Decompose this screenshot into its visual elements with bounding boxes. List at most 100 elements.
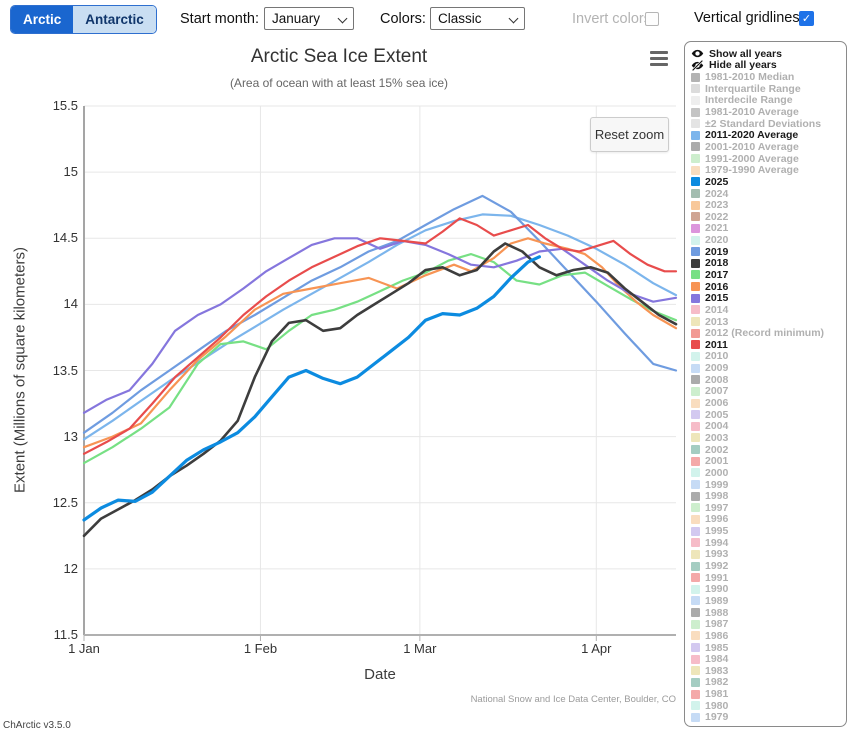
legend-hide-all-years[interactable]: Hide all years [691, 60, 846, 72]
legend-swatch [691, 422, 700, 431]
legend-item-2020[interactable]: 2020 [691, 234, 846, 246]
legend-item-2001[interactable]: 2001 [691, 455, 846, 467]
legend-swatch [691, 596, 700, 605]
legend-swatch [691, 631, 700, 640]
eye-off-icon [691, 59, 704, 72]
series-line-2011[interactable] [84, 218, 676, 453]
legend-swatch [691, 166, 700, 175]
legend-swatch [691, 294, 700, 303]
legend-swatch [691, 224, 700, 233]
legend-swatch [691, 562, 700, 571]
legend-item-1981[interactable]: 1981 [691, 688, 846, 700]
legend-swatch [691, 108, 700, 117]
legend-swatch [691, 620, 700, 629]
legend-item-2019[interactable]: 2019 [691, 246, 846, 258]
legend-item-1984[interactable]: 1984 [691, 653, 846, 665]
chevron-down-icon [509, 14, 519, 24]
legend-swatch [691, 573, 700, 582]
invert-colors-checkbox[interactable] [645, 12, 659, 26]
series-line-2016[interactable] [84, 238, 676, 447]
legend-swatch [691, 329, 700, 338]
legend-item-2005[interactable]: 2005 [691, 409, 846, 421]
legend-item-1980[interactable]: 1980 [691, 700, 846, 712]
legend-swatch [691, 247, 700, 256]
legend-item-2010[interactable]: 2010 [691, 351, 846, 363]
legend-item-2011-2020-average[interactable]: 2011-2020 Average [691, 129, 846, 141]
legend-item-2013[interactable]: 2013 [691, 316, 846, 328]
legend-item-1988[interactable]: 1988 [691, 607, 846, 619]
legend-item-2015[interactable]: 2015 [691, 292, 846, 304]
legend-item-2011[interactable]: 2011 [691, 339, 846, 351]
legend-item-1992[interactable]: 1992 [691, 560, 846, 572]
legend-show-all-years[interactable]: Show all years [691, 48, 846, 60]
series-line-2019[interactable] [84, 196, 676, 433]
legend-item-interdecile-range[interactable]: Interdecile Range [691, 95, 846, 107]
legend-swatch [691, 270, 700, 279]
legend-item-2000[interactable]: 2000 [691, 467, 846, 479]
legend-item-2012-record-minimum-[interactable]: 2012 (Record minimum) [691, 327, 846, 339]
legend-item-2002[interactable]: 2002 [691, 444, 846, 456]
legend-item-1998[interactable]: 1998 [691, 490, 846, 502]
legend-item-2014[interactable]: 2014 [691, 304, 846, 316]
reset-zoom-button[interactable]: Reset zoom [590, 117, 669, 152]
legend-item-2021[interactable]: 2021 [691, 223, 846, 235]
legend-item-2009[interactable]: 2009 [691, 362, 846, 374]
legend-item-1982[interactable]: 1982 [691, 677, 846, 689]
legend-item-1987[interactable]: 1987 [691, 618, 846, 630]
legend-item-2004[interactable]: 2004 [691, 421, 846, 433]
legend-item-2003[interactable]: 2003 [691, 432, 846, 444]
legend-item-interquartile-range[interactable]: Interquartile Range [691, 83, 846, 95]
legend-item-1981-2010-average[interactable]: 1981-2010 Average [691, 106, 846, 118]
series-line-2018[interactable] [84, 244, 676, 536]
legend-item-2023[interactable]: 2023 [691, 199, 846, 211]
tab-antarctic[interactable]: Antarctic [73, 6, 156, 33]
legend-item-1993[interactable]: 1993 [691, 549, 846, 561]
legend-item-1996[interactable]: 1996 [691, 514, 846, 526]
vertical-gridlines-checkbox[interactable]: ✓ [799, 11, 814, 26]
legend-item-1986[interactable]: 1986 [691, 630, 846, 642]
legend-item-2024[interactable]: 2024 [691, 188, 846, 200]
legend-swatch [691, 515, 700, 524]
legend-item-1991-2000-average[interactable]: 1991-2000 Average [691, 153, 846, 165]
legend-item-1994[interactable]: 1994 [691, 537, 846, 549]
chart-plot-area[interactable] [84, 106, 676, 635]
legend-item-1990[interactable]: 1990 [691, 583, 846, 595]
legend-item-2022[interactable]: 2022 [691, 211, 846, 223]
legend-item-1997[interactable]: 1997 [691, 502, 846, 514]
x-tick-label: 1 Mar [388, 641, 452, 656]
legend-swatch [691, 387, 700, 396]
y-axis-title: Extent (Millions of square kilometers) [12, 247, 29, 493]
legend-item--2-standard-deviations[interactable]: ±2 Standard Deviations [691, 118, 846, 130]
vertical-gridlines-label: Vertical gridlines [694, 10, 800, 26]
y-tick-label: 15.5 [30, 98, 78, 113]
legend-item-2001-2010-average[interactable]: 2001-2010 Average [691, 141, 846, 153]
tab-arctic[interactable]: Arctic [11, 6, 73, 33]
legend-item-2018[interactable]: 2018 [691, 258, 846, 270]
start-month-select[interactable]: January [264, 7, 354, 30]
legend-item-2017[interactable]: 2017 [691, 269, 846, 281]
legend-item-2006[interactable]: 2006 [691, 397, 846, 409]
legend-item-1981-2010-median[interactable]: 1981-2010 Median [691, 71, 846, 83]
legend-item-2008[interactable]: 2008 [691, 374, 846, 386]
hamburger-menu-icon[interactable] [650, 51, 668, 66]
legend-item-1989[interactable]: 1989 [691, 595, 846, 607]
colors-select[interactable]: Classic [430, 7, 525, 30]
legend-item-2025[interactable]: 2025 [691, 176, 846, 188]
legend-swatch [691, 410, 700, 419]
legend-item-2016[interactable]: 2016 [691, 281, 846, 293]
legend-swatch [691, 142, 700, 151]
legend-item-1979-1990-average[interactable]: 1979-1990 Average [691, 164, 846, 176]
legend-item-1983[interactable]: 1983 [691, 665, 846, 677]
series-line-2025[interactable] [84, 257, 539, 520]
chart-subtitle: (Area of ocean with at least 15% sea ice… [0, 76, 678, 90]
legend-swatch [691, 527, 700, 536]
legend-item-1999[interactable]: 1999 [691, 479, 846, 491]
legend-item-1979[interactable]: 1979 [691, 712, 846, 724]
legend-item-1985[interactable]: 1985 [691, 642, 846, 654]
legend-swatch [691, 317, 700, 326]
legend-item-1995[interactable]: 1995 [691, 525, 846, 537]
legend-swatch [691, 73, 700, 82]
legend-item-1991[interactable]: 1991 [691, 572, 846, 584]
legend-item-2007[interactable]: 2007 [691, 386, 846, 398]
legend-list: Show all yearsHide all years1981-2010 Me… [691, 48, 846, 723]
